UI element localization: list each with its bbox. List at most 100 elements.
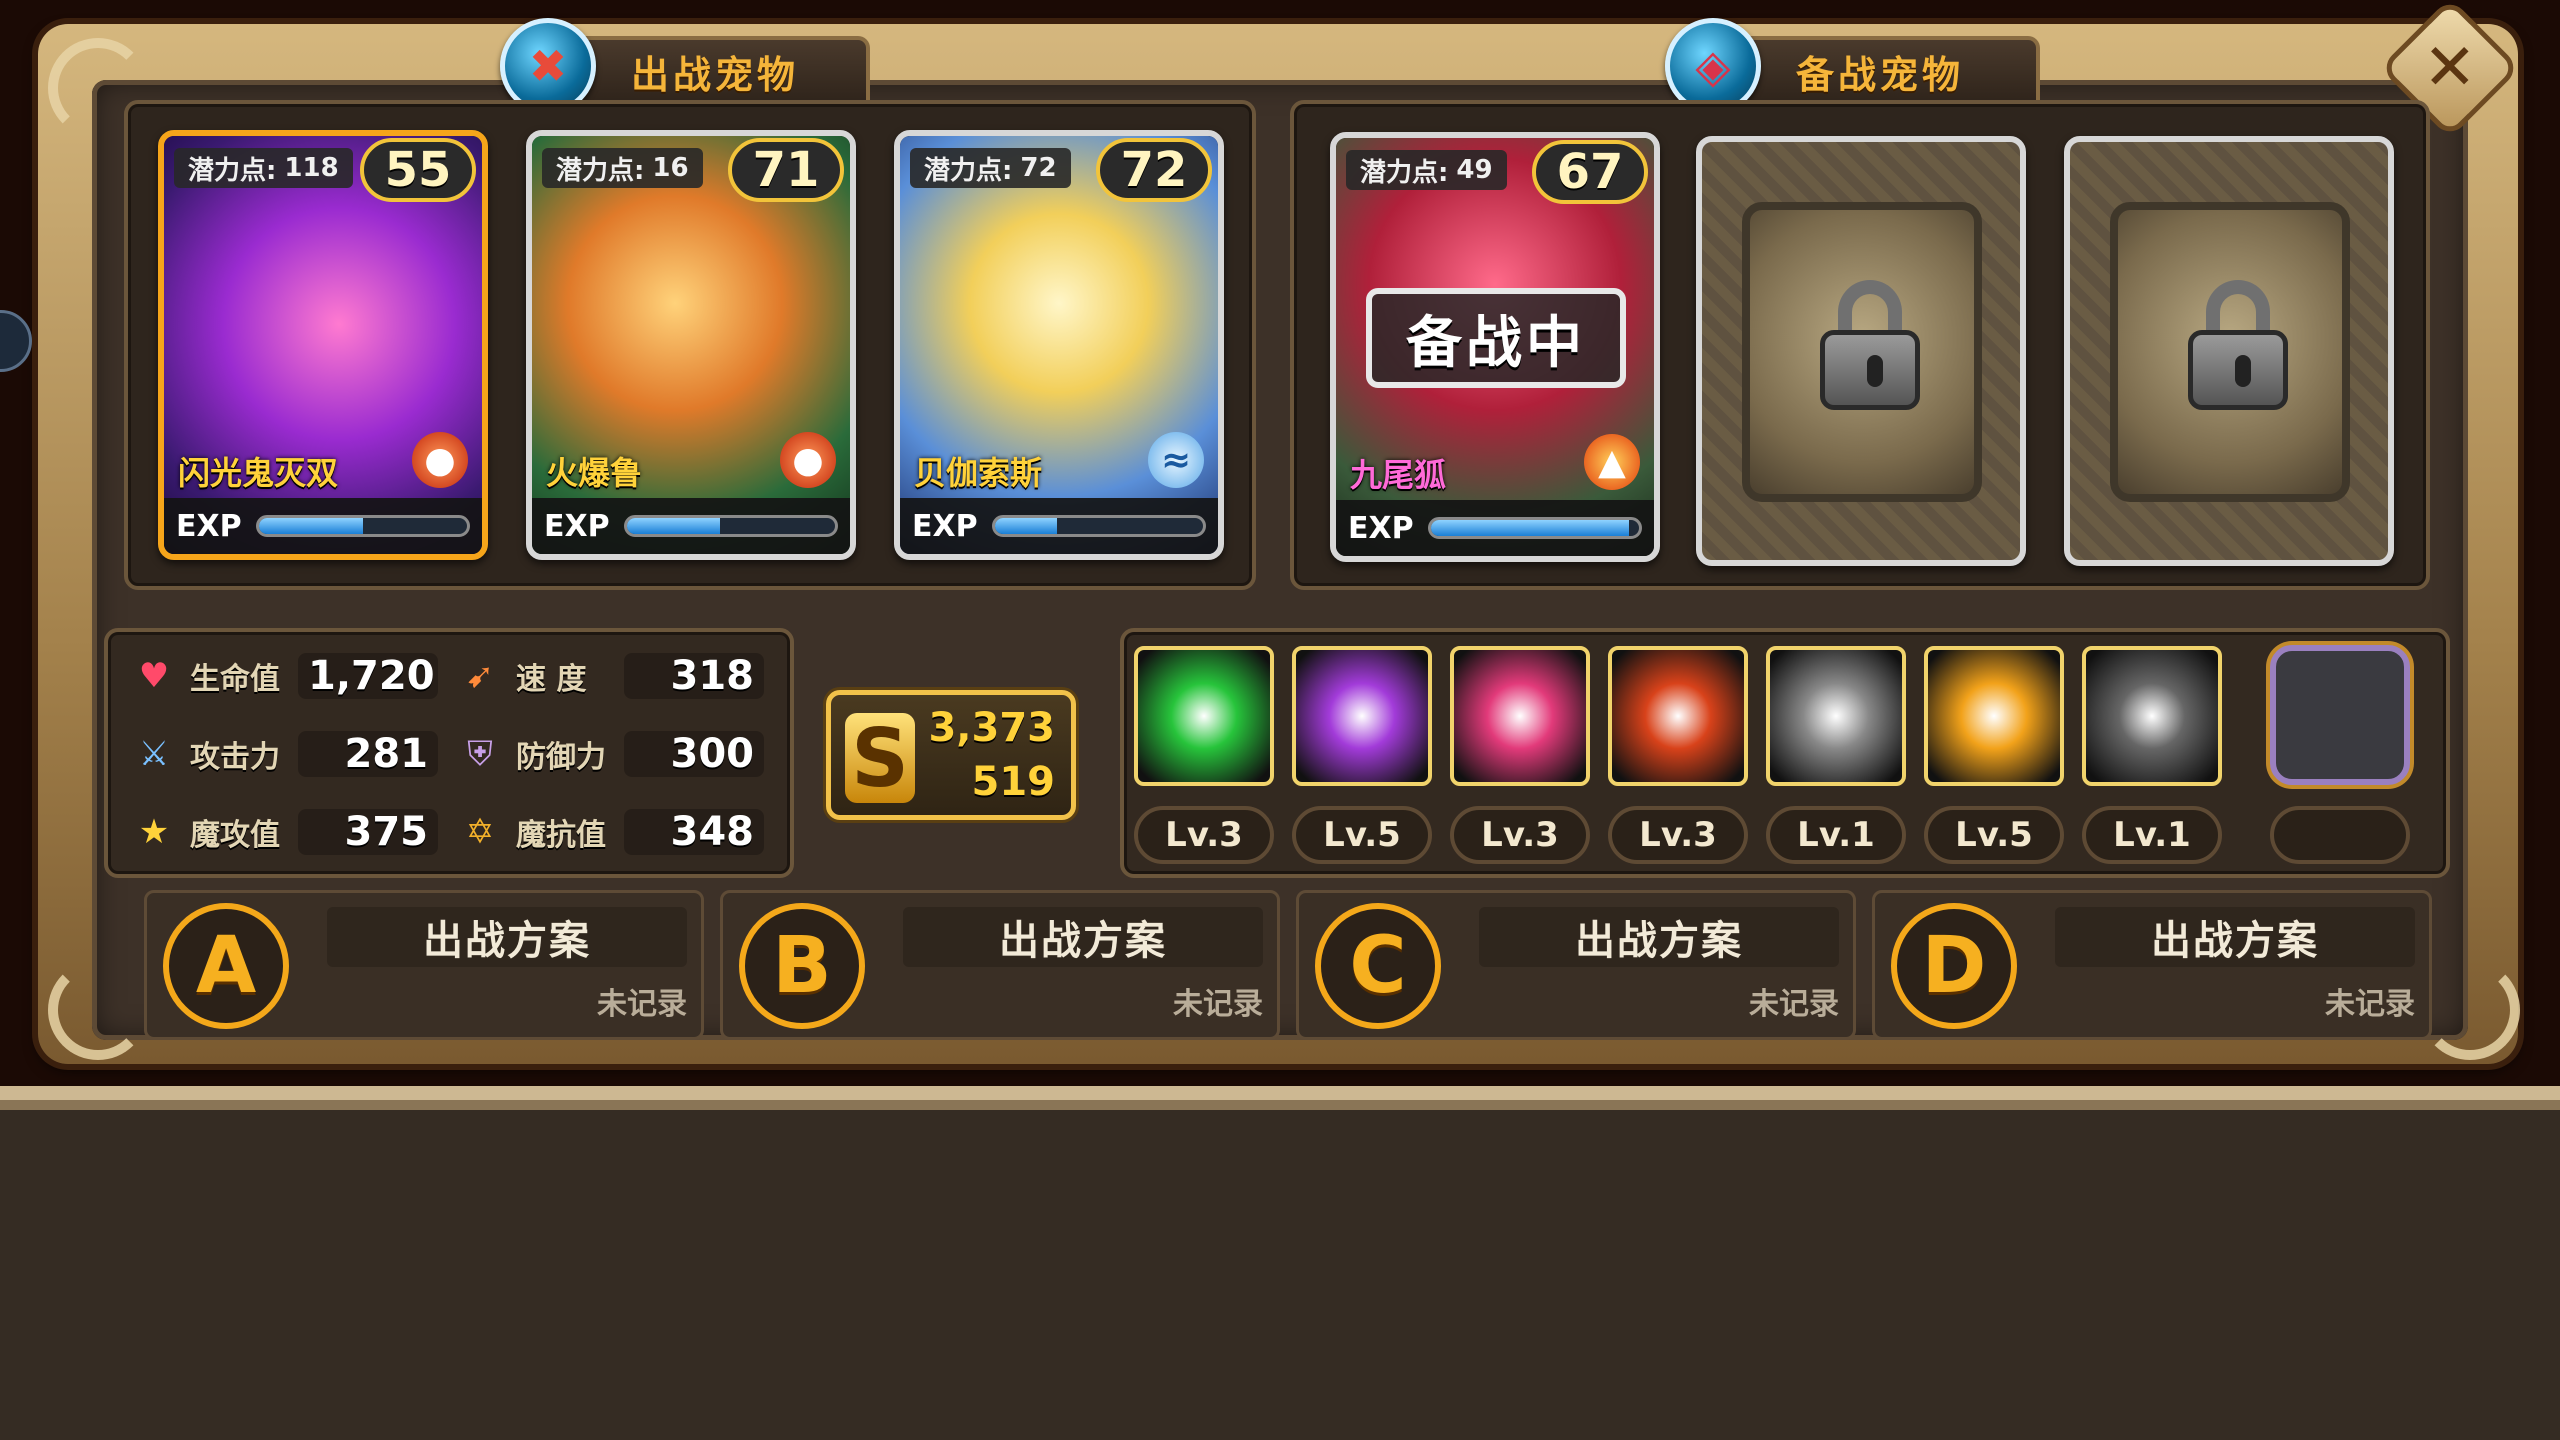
locked-pet-slot[interactable] <box>1696 136 2026 566</box>
stat-label: 魔攻值 <box>190 818 280 853</box>
empty-slot-icon[interactable] <box>2270 645 2410 785</box>
gold-amount: 3,373 <box>928 705 1055 751</box>
plan-letter-badge: D <box>1891 903 2017 1029</box>
stat-attack: ⚔ 攻击力 281 <box>126 726 438 782</box>
plan-letter-badge: B <box>739 903 865 1029</box>
exp-bar-fill <box>626 518 721 534</box>
pet-name: 贝伽索斯 <box>914 454 1043 492</box>
coin-s-icon: S <box>845 712 915 805</box>
reserve-status-stamp: 备战中 <box>1366 288 1626 388</box>
tab-battle-pets[interactable]: 出战宠物 <box>560 36 870 102</box>
exp-bar <box>991 515 1206 537</box>
battle-plan-c[interactable]: C 出战方案 未记录 <box>1296 890 1856 1040</box>
lower-area <box>0 1086 2560 1440</box>
stat-label: 生命值 <box>190 662 280 697</box>
exp-label: EXP <box>544 508 610 544</box>
exp-label: EXP <box>176 508 242 544</box>
green-burst-skill-icon[interactable] <box>1134 646 1274 786</box>
exp-bar <box>623 515 838 537</box>
corner-ornament <box>2420 960 2520 1060</box>
pet-battle-screen: { "tabs": { "battle": {"label": "出战宠物", … <box>0 0 2560 1440</box>
battle-plan-d[interactable]: D 出战方案未记录 <box>1872 890 2432 1040</box>
plan-title: 出战方案 <box>1479 907 1839 967</box>
keyhole <box>1867 355 1883 387</box>
purple-slash-skill-icon[interactable] <box>1292 646 1432 786</box>
stat-label: 速 度 <box>516 662 587 697</box>
locked-pet-slot[interactable] <box>2064 136 2394 566</box>
fire-element-icon: ● <box>780 432 836 488</box>
close-icon: ✕ <box>2423 31 2477 105</box>
pet-card[interactable]: 潜力点: 72 72 ≈ 贝伽索斯 EXP <box>894 130 1224 560</box>
silver-amount: 519 <box>971 759 1056 805</box>
tab-reserve-pets[interactable]: 备战宠物 <box>1720 36 2040 102</box>
dark-wings-skill-icon[interactable] <box>2082 646 2222 786</box>
battle-plan-a[interactable]: A 出战方案未记录 <box>144 890 704 1040</box>
pet-name: 九尾狐 <box>1350 456 1447 494</box>
exp-row: EXP <box>900 498 1218 554</box>
pet-name: 火爆鲁 <box>546 454 643 492</box>
plan-status: 未记录 <box>597 987 687 1022</box>
stat-label: 防御力 <box>516 740 606 775</box>
sun-burst-skill-icon[interactable] <box>1924 646 2064 786</box>
exp-bar <box>255 515 470 537</box>
exp-row: EXP <box>532 498 850 554</box>
skill-level: Lv.1 <box>1766 806 1906 864</box>
fire-beast-skill-icon[interactable] <box>1608 646 1748 786</box>
heart-icon: ♥ <box>138 656 170 696</box>
keyhole <box>2235 355 2251 387</box>
gray-light-skill-icon[interactable] <box>1766 646 1906 786</box>
pet-card[interactable]: 潜力点: 118 55 ● 闪光鬼灭双 EXP <box>158 130 488 560</box>
potential-value: 49 <box>1456 155 1493 185</box>
plan-letter-badge: C <box>1315 903 1441 1029</box>
pet-level: 72 <box>1096 138 1212 202</box>
plan-letter-badge: A <box>163 903 289 1029</box>
battle-plan-b[interactable]: B 出战方案未记录 <box>720 890 1280 1040</box>
stat-label: 魔抗值 <box>516 818 606 853</box>
exp-bar-fill <box>258 518 363 534</box>
exp-label: EXP <box>912 508 978 544</box>
pet-name: 闪光鬼灭双 <box>178 454 339 492</box>
skill-level: Lv.3 <box>1608 806 1748 864</box>
potential-value: 72 <box>1020 153 1057 183</box>
stat-value: 300 <box>624 731 764 777</box>
exp-row: EXP <box>1336 500 1654 556</box>
sword-icon: ⚔ <box>138 734 170 774</box>
stat-label: 攻击力 <box>190 740 280 775</box>
potential-value: 118 <box>284 153 339 183</box>
plan-status: 未记录 <box>2325 987 2415 1022</box>
stat-value: 1,720 <box>298 653 438 699</box>
lock-icon <box>2188 330 2288 410</box>
pet-level: 67 <box>1532 140 1648 204</box>
pet-card[interactable]: 潜力点: 16 71 ● 火爆鲁 EXP <box>526 130 856 560</box>
plan-title: 出战方案 <box>903 907 1263 967</box>
side-edge-button[interactable] <box>0 310 32 372</box>
plan-status: 未记录 <box>1173 987 1263 1022</box>
currency-box: S 3,373 519 <box>826 690 1076 820</box>
stat-magic-resist: ✡ 魔抗值 348 <box>452 804 764 860</box>
stat-value: 281 <box>298 731 438 777</box>
pink-star-skill-icon[interactable] <box>1450 646 1590 786</box>
potential-label: 潜力点: 49 <box>1346 150 1507 190</box>
pet-level: 71 <box>728 138 844 202</box>
tab-battle-label: 出战宠物 <box>630 52 799 97</box>
boot-icon: ➹ <box>465 656 495 696</box>
plan-title: 出战方案 <box>327 907 687 967</box>
potential-label: 潜力点: 118 <box>174 148 353 188</box>
potential-value: 16 <box>652 153 689 183</box>
stat-hp: ♥ 生命值 1,720 <box>126 648 438 704</box>
fire-element-icon: ▲ <box>1584 434 1640 490</box>
plan-title: 出战方案 <box>2055 907 2415 967</box>
skill-level: Lv.5 <box>1292 806 1432 864</box>
skill-level: Lv.3 <box>1450 806 1590 864</box>
pet-card[interactable]: 潜力点: 49 67 备战中 ▲ 九尾狐 EXP <box>1330 132 1660 562</box>
stat-magic-attack: ★ 魔攻值 375 <box>126 804 438 860</box>
skill-level: Lv.5 <box>1924 806 2064 864</box>
exp-bar-fill <box>994 518 1058 534</box>
tab-reserve-label: 备战宠物 <box>1795 52 1964 97</box>
lock-icon <box>1820 330 1920 410</box>
skill-level: Lv.3 <box>1134 806 1274 864</box>
exp-bar-fill <box>1430 520 1629 536</box>
exp-row: EXP <box>164 498 482 554</box>
empty-skill-pill <box>2270 806 2410 864</box>
stat-value: 318 <box>624 653 764 699</box>
